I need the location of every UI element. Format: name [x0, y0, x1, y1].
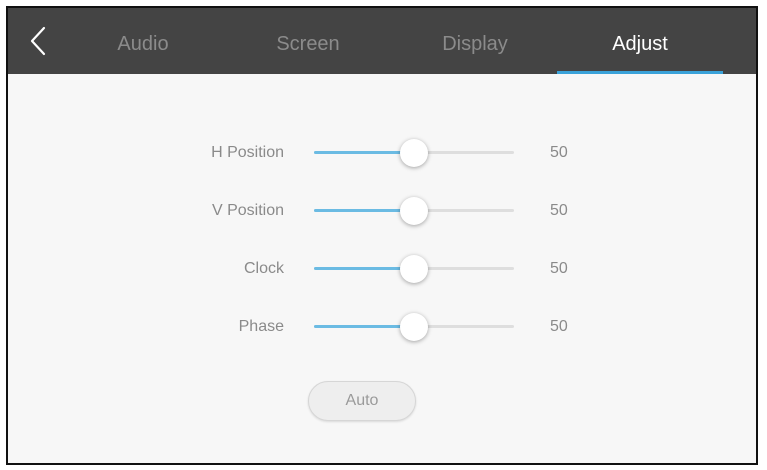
setting-row-clock: Clock 50	[8, 252, 756, 286]
h-position-label: H Position	[211, 144, 284, 161]
phase-label: Phase	[238, 318, 284, 335]
clock-value: 50	[550, 260, 568, 277]
slider-fill	[314, 209, 414, 212]
setting-row-v-position: V Position 50	[8, 194, 756, 228]
app-window: Audio Screen Display Adjust H Position 5…	[6, 6, 758, 465]
back-button[interactable]	[24, 24, 56, 58]
slider-thumb[interactable]	[400, 197, 428, 225]
clock-label: Clock	[243, 260, 284, 277]
slider-fill	[314, 151, 414, 154]
tab-display-label: Display	[442, 33, 508, 55]
slider-thumb[interactable]	[400, 255, 428, 283]
slider-thumb[interactable]	[400, 313, 428, 341]
slider-thumb[interactable]	[400, 139, 428, 167]
v-position-slider[interactable]	[314, 194, 514, 228]
tab-adjust-label: Adjust	[612, 33, 668, 55]
v-position-label: V Position	[211, 202, 284, 219]
tab-bar: Audio Screen Display Adjust	[8, 8, 756, 74]
setting-row-phase: Phase 50	[8, 310, 756, 344]
tab-audio-label: Audio	[117, 33, 169, 55]
chevron-left-icon	[30, 26, 46, 56]
tab-display[interactable]: Display	[410, 8, 540, 74]
tab-screen[interactable]: Screen	[248, 8, 368, 74]
clock-slider[interactable]	[314, 252, 514, 286]
auto-button[interactable]: Auto	[308, 381, 416, 421]
slider-fill	[314, 267, 414, 270]
adjust-panel: H Position 50 V Position 50 Clock 50 Pha…	[8, 74, 756, 463]
slider-fill	[314, 325, 414, 328]
h-position-value: 50	[550, 144, 568, 161]
phase-value: 50	[550, 318, 568, 335]
setting-row-h-position: H Position 50	[8, 136, 756, 170]
v-position-value: 50	[550, 202, 568, 219]
tab-screen-label: Screen	[276, 33, 340, 55]
phase-slider[interactable]	[314, 310, 514, 344]
tab-audio[interactable]: Audio	[88, 8, 198, 74]
tab-adjust[interactable]: Adjust	[557, 8, 723, 74]
h-position-slider[interactable]	[314, 136, 514, 170]
